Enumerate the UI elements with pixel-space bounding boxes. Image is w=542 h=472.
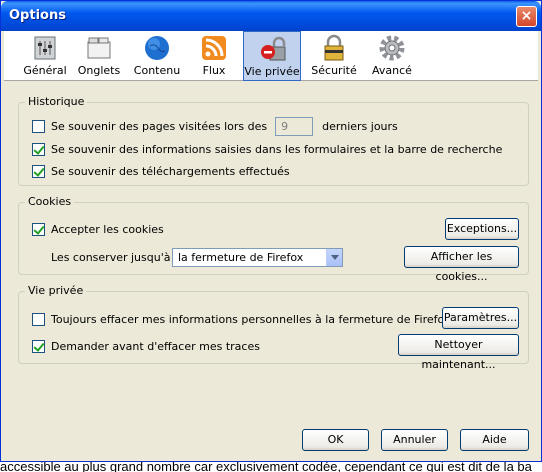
- remember-pages-label: Se souvenir des pages visitées lors des: [51, 119, 268, 133]
- accept-cookies-label: Accepter les cookies: [51, 222, 164, 236]
- tab-vie-privee[interactable]: Vie privée: [243, 31, 301, 81]
- remember-pages-row[interactable]: Se souvenir des pages visitées lors des …: [32, 116, 398, 136]
- history-group-title: Historique: [25, 95, 88, 108]
- tab-general[interactable]: Général: [16, 31, 74, 81]
- tab-vie-privee-label: Vie privée: [244, 65, 300, 78]
- options-window: Options × Général Onglets Contenu Flux V…: [0, 0, 542, 462]
- tab-avance[interactable]: Avancé: [363, 31, 421, 81]
- padlock-icon: [324, 34, 344, 61]
- cookies-group-title: Cookies: [25, 195, 75, 208]
- remember-pages-checkbox[interactable]: [32, 119, 45, 133]
- remember-forms-checkbox[interactable]: [32, 142, 45, 156]
- ask-before-checkbox[interactable]: [32, 339, 45, 353]
- chevron-down-icon[interactable]: [326, 249, 342, 266]
- days-input[interactable]: 9: [275, 116, 314, 136]
- tab-contenu-label: Contenu: [133, 64, 181, 77]
- show-cookies-button[interactable]: Afficher les cookies...: [404, 246, 519, 283]
- tab-contenu[interactable]: Contenu: [128, 31, 186, 81]
- tabs-icon: [87, 37, 111, 59]
- tab-securite[interactable]: Sécurité: [305, 31, 363, 81]
- tab-securite-label: Sécurité: [311, 64, 357, 77]
- exceptions-button[interactable]: Exceptions...: [445, 218, 519, 240]
- clear-now-button[interactable]: Nettoyer maintenant...: [398, 334, 519, 371]
- pane-toolbar: Général Onglets Contenu Flux Vie privée …: [4, 31, 538, 81]
- ask-before-row[interactable]: Demander avant d'effacer mes traces: [32, 338, 260, 354]
- tab-flux[interactable]: Flux: [185, 31, 243, 81]
- cancel-button[interactable]: Annuler: [381, 429, 448, 451]
- days-suffix: derniers jours: [322, 119, 398, 133]
- ok-button[interactable]: OK: [302, 429, 369, 451]
- globe-icon: [145, 36, 169, 60]
- remember-downloads-checkbox[interactable]: [32, 164, 45, 178]
- always-clear-label: Toujours effacer mes informations person…: [51, 312, 451, 326]
- always-clear-checkbox[interactable]: [32, 312, 45, 326]
- settings-button[interactable]: Paramètres...: [442, 307, 519, 329]
- private-data-group-title: Vie privée: [25, 284, 87, 297]
- rss-feed-icon: [202, 36, 226, 60]
- close-button[interactable]: ×: [516, 6, 537, 27]
- accept-cookies-checkbox[interactable]: [32, 222, 45, 236]
- gear-icon: [379, 35, 405, 61]
- help-button[interactable]: Aide: [460, 429, 529, 451]
- keep-until-select[interactable]: la fermeture de Firefox: [172, 248, 343, 267]
- tab-flux-label: Flux: [202, 64, 226, 77]
- remember-forms-row[interactable]: Se souvenir des informations saisies dan…: [32, 141, 502, 157]
- tab-avance-label: Avancé: [372, 64, 412, 77]
- keep-until-label: Les conserver jusqu'à :: [51, 250, 178, 264]
- remember-downloads-row[interactable]: Se souvenir des téléchargements effectué…: [32, 163, 290, 179]
- general-settings-icon: [34, 36, 56, 60]
- tab-onglets-label: Onglets: [77, 64, 121, 77]
- tab-onglets[interactable]: Onglets: [70, 31, 128, 81]
- remember-forms-label: Se souvenir des informations saisies dan…: [51, 142, 503, 156]
- always-clear-row[interactable]: Toujours effacer mes informations person…: [32, 311, 450, 327]
- remember-downloads-label: Se souvenir des téléchargements effectué…: [51, 164, 290, 178]
- ask-before-label: Demander avant d'effacer mes traces: [51, 339, 260, 353]
- background-page-text: accessible au plus grand nombre car excl…: [0, 462, 532, 472]
- window-title: Options: [9, 8, 66, 23]
- tab-general-label: Général: [23, 64, 67, 77]
- keep-until-value: la fermeture de Firefox: [178, 251, 304, 264]
- title-bar[interactable]: Options ×: [1, 1, 541, 31]
- privacy-lock-icon: [261, 36, 286, 61]
- accept-cookies-row[interactable]: Accepter les cookies: [32, 221, 164, 237]
